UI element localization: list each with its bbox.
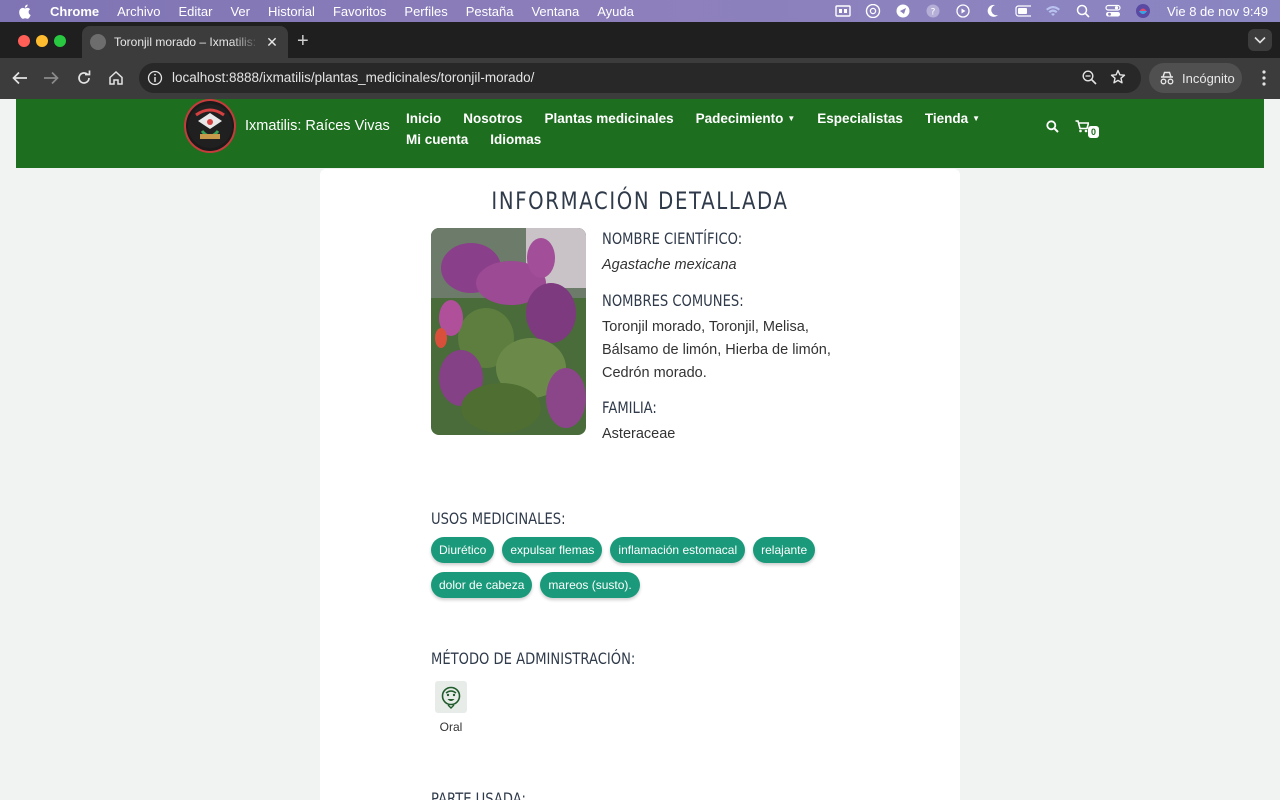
moon-icon[interactable] <box>985 4 1001 18</box>
menu-favoritos[interactable]: Favoritos <box>333 4 386 19</box>
window-minimize-button[interactable] <box>36 35 48 47</box>
menu-pestana[interactable]: Pestaña <box>466 4 514 19</box>
new-tab-button[interactable]: + <box>297 31 309 51</box>
incognito-label: Incógnito <box>1182 70 1235 86</box>
bookmark-star-icon[interactable] <box>1110 69 1126 90</box>
tab-search-button[interactable] <box>1248 29 1272 51</box>
menu-app-name[interactable]: Chrome <box>50 4 99 19</box>
back-arrow-icon[interactable] <box>11 69 29 87</box>
nav-mi-cuenta[interactable]: Mi cuenta <box>406 129 468 150</box>
nav-tienda-label: Tienda <box>924 111 969 126</box>
nav-tienda[interactable]: Tienda ▼ <box>925 108 980 129</box>
site-favicon-icon <box>90 34 106 50</box>
site-header: Ixmatilis: Raíces Vivas Inicio Nosotros … <box>16 99 1264 168</box>
creative-cloud-icon[interactable] <box>865 4 881 18</box>
vpn-icon[interactable]: ? <box>925 4 941 18</box>
family-value: Asteraceae <box>602 426 676 442</box>
reload-icon[interactable] <box>75 69 93 87</box>
menu-ventana[interactable]: Ventana <box>531 4 579 19</box>
window-maximize-button[interactable] <box>54 35 66 47</box>
nav-plantas-medicinales[interactable]: Plantas medicinales <box>545 108 674 129</box>
home-icon[interactable] <box>107 69 125 87</box>
scientific-name-label: NOMBRE CIENTÍFICO: <box>602 229 743 248</box>
use-tag[interactable]: dolor de cabeza <box>431 572 533 598</box>
nav-padecimiento-label: Padecimiento <box>695 111 784 126</box>
menu-ver[interactable]: Ver <box>230 4 250 19</box>
menu-historial[interactable]: Historial <box>268 4 315 19</box>
macos-menubar: Chrome Archivo Editar Ver Historial Favo… <box>0 0 1280 22</box>
nav-idiomas[interactable]: Idiomas <box>490 129 541 150</box>
medicinal-uses-label: USOS MEDICINALES: <box>431 509 566 528</box>
site-info-icon[interactable] <box>147 70 163 86</box>
cart-icon[interactable] <box>1075 120 1090 138</box>
menu-ayuda[interactable]: Ayuda <box>597 4 634 19</box>
chevron-down-icon <box>1254 36 1266 44</box>
site-title[interactable]: Ixmatilis: Raíces Vivas <box>245 118 390 134</box>
url-text[interactable]: localhost:8888/ixmatilis/plantas_medicin… <box>172 70 534 85</box>
screen-mirroring-icon[interactable] <box>835 4 851 18</box>
nav-padecimiento[interactable]: Padecimiento ▼ <box>696 108 796 129</box>
menubar-clock[interactable]: Vie 8 de nov 9:49 <box>1167 4 1268 19</box>
search-icon[interactable] <box>1046 120 1059 138</box>
use-tag[interactable]: inflamación estomacal <box>610 537 746 563</box>
chevron-down-icon: ▼ <box>972 114 981 123</box>
site-logo[interactable] <box>184 99 236 153</box>
address-bar[interactable]: localhost:8888/ixmatilis/plantas_medicin… <box>139 63 1141 93</box>
play-icon[interactable] <box>955 4 971 18</box>
administration-method-label: MÉTODO DE ADMINISTRACIÓN: <box>431 649 636 668</box>
nav-inicio[interactable]: Inicio <box>406 108 441 129</box>
page-title: INFORMACIÓN DETALLADA <box>491 187 789 215</box>
nav-especialistas[interactable]: Especialistas <box>817 108 903 129</box>
page-viewport: Ixmatilis: Raíces Vivas Inicio Nosotros … <box>0 99 1280 800</box>
menu-archivo[interactable]: Archivo <box>117 4 160 19</box>
send-icon[interactable] <box>895 4 911 18</box>
main-nav: Inicio Nosotros Plantas medicinales Pade… <box>406 108 1026 150</box>
nav-nosotros[interactable]: Nosotros <box>463 108 522 129</box>
common-names-line-3: Cedrón morado. <box>602 365 707 381</box>
use-tag[interactable]: mareos (susto). <box>540 572 640 598</box>
zoom-icon[interactable] <box>1082 70 1097 90</box>
apple-icon[interactable] <box>18 4 34 19</box>
control-center-icon[interactable] <box>1105 4 1121 18</box>
browser-tab-active[interactable]: Toronjil morado – Ixmatilis: Raíces Viva… <box>82 26 288 58</box>
wifi-icon[interactable] <box>1045 4 1061 18</box>
common-names-label: NOMBRES COMUNES: <box>602 291 744 310</box>
window-close-button[interactable] <box>18 35 30 47</box>
tab-title: Toronjil morado – Ixmatilis: Raíces Viva… <box>114 35 260 49</box>
chevron-down-icon: ▼ <box>787 114 796 123</box>
common-names-line-1: Toronjil morado, Toronjil, Melisa, <box>602 319 809 335</box>
menu-perfiles[interactable]: Perfiles <box>404 4 447 19</box>
browser-toolbar: localhost:8888/ixmatilis/plantas_medicin… <box>0 58 1280 99</box>
menu-editar[interactable]: Editar <box>178 4 212 19</box>
incognito-badge[interactable]: Incógnito <box>1149 63 1242 93</box>
part-used-label: PARTE USADA: <box>431 789 526 800</box>
forward-arrow-icon[interactable] <box>42 69 60 87</box>
cart-count-badge[interactable]: 0 <box>1088 126 1099 138</box>
common-names-line-2: Bálsamo de limón, Hierba de limón, <box>602 342 831 358</box>
svg-text:?: ? <box>931 8 936 18</box>
use-tag[interactable]: relajante <box>753 537 816 563</box>
medicinal-uses-tags: Diurético expulsar flemas inflamación es… <box>431 537 851 598</box>
plant-photo <box>431 228 586 435</box>
browser-menu-icon[interactable] <box>1262 70 1266 91</box>
browser-tabstrip: Toronjil morado – Ixmatilis: Raíces Viva… <box>0 22 1280 58</box>
use-tag[interactable]: expulsar flemas <box>502 537 603 563</box>
battery-icon[interactable] <box>1015 4 1032 18</box>
oral-method-icon <box>435 681 467 713</box>
siri-icon[interactable] <box>1135 4 1151 18</box>
spotlight-search-icon[interactable] <box>1075 4 1091 18</box>
family-label: FAMILIA: <box>602 398 657 417</box>
plant-detail-card: INFORMACIÓN DETALLADA NOMBRE CIENTÍFICO: <box>320 169 960 800</box>
administration-method-value: Oral <box>439 720 463 734</box>
scientific-name-value: Agastache mexicana <box>602 257 737 273</box>
tab-close-icon[interactable]: ✕ <box>264 34 280 51</box>
use-tag[interactable]: Diurético <box>431 537 495 563</box>
incognito-icon <box>1160 71 1174 85</box>
